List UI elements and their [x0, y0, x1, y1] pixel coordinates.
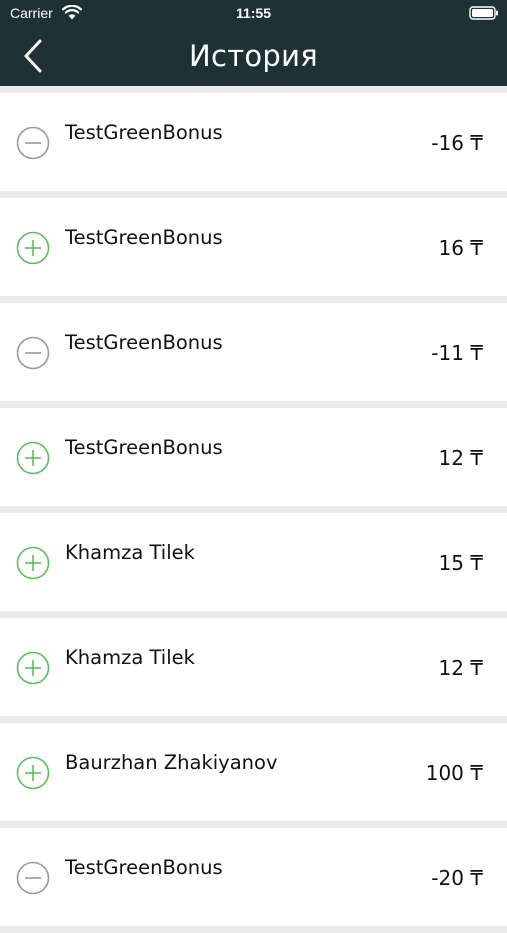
plus-circle-icon	[16, 546, 50, 580]
transaction-row[interactable]: Baurzhan Zhakiyanov 100 ₸	[0, 723, 507, 821]
transaction-name: Baurzhan Zhakiyanov	[65, 751, 278, 774]
transaction-row[interactable]: Khamza Tilek 15 ₸	[0, 513, 507, 611]
minus-circle-icon	[16, 861, 50, 895]
transaction-name: Khamza Tilek	[65, 541, 195, 564]
transaction-amount: -11 ₸	[431, 341, 483, 365]
battery-icon	[469, 6, 498, 20]
transaction-name: TestGreenBonus	[65, 331, 223, 354]
transaction-name: TestGreenBonus	[65, 436, 223, 459]
transaction-amount: 15 ₸	[438, 551, 483, 575]
transaction-name: TestGreenBonus	[65, 121, 223, 144]
page-title: История	[188, 39, 319, 73]
plus-circle-icon	[16, 231, 50, 265]
minus-circle-icon	[16, 336, 50, 370]
transaction-amount: -16 ₸	[431, 131, 483, 155]
header: Carrier 11:55 История	[0, 0, 507, 86]
transaction-name: TestGreenBonus	[65, 226, 223, 249]
transaction-name: TestGreenBonus	[65, 856, 223, 879]
plus-circle-icon	[16, 756, 50, 790]
transaction-row[interactable]: TestGreenBonus -16 ₸	[0, 93, 507, 191]
transaction-row[interactable]: TestGreenBonus 16 ₸	[0, 198, 507, 296]
transaction-list: TestGreenBonus -16 ₸ TestGreenBonus 16 ₸…	[0, 93, 507, 933]
transaction-row[interactable]: TestGreenBonus -20 ₸	[0, 828, 507, 926]
transaction-row[interactable]: TestGreenBonus -11 ₸	[0, 303, 507, 401]
transaction-amount: 16 ₸	[438, 236, 483, 260]
transaction-amount: 12 ₸	[438, 656, 483, 680]
transaction-name: Khamza Tilek	[65, 646, 195, 669]
nav-bar: История	[0, 28, 507, 86]
status-time: 11:55	[235, 5, 272, 21]
plus-circle-icon	[16, 651, 50, 685]
status-bar: Carrier 11:55	[0, 0, 507, 28]
transaction-row[interactable]: Khamza Tilek 12 ₸	[0, 618, 507, 716]
plus-circle-icon	[16, 441, 50, 475]
minus-circle-icon	[16, 126, 50, 160]
transaction-row[interactable]: TestGreenBonus 12 ₸	[0, 408, 507, 506]
transaction-amount: -20 ₸	[431, 866, 483, 890]
transaction-amount: 100 ₸	[425, 761, 483, 785]
transaction-amount: 12 ₸	[438, 446, 483, 470]
